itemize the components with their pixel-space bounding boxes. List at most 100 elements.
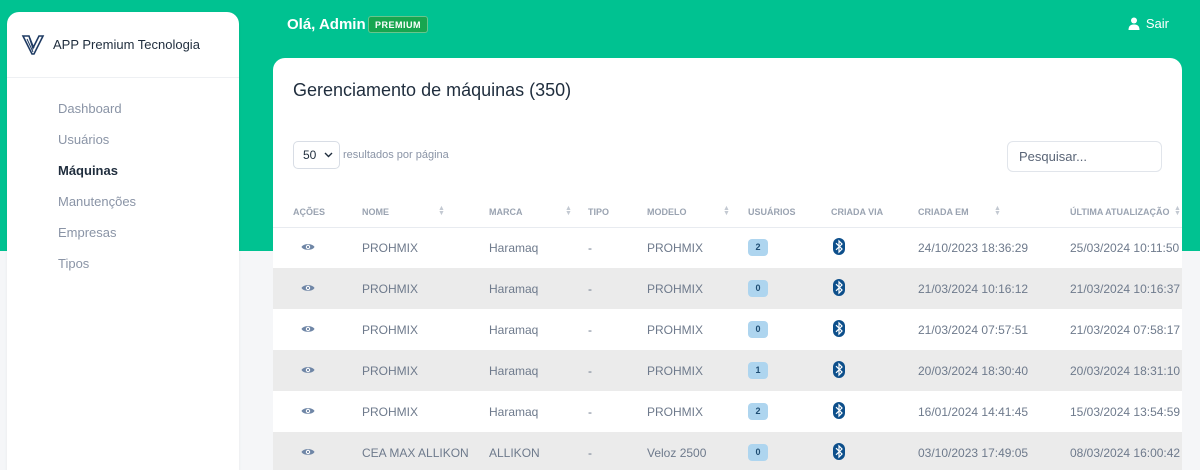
cell-marca: ALLIKON — [489, 432, 588, 470]
bluetooth-icon — [833, 360, 845, 381]
sidebar-item-manutencoes[interactable]: Manutenções — [7, 186, 239, 217]
chevron-down-icon — [324, 152, 333, 158]
cell-ultima: 21/03/2024 10:16:37 — [1070, 268, 1182, 309]
bluetooth-icon — [833, 442, 845, 463]
cell-usuarios: 0 — [748, 268, 831, 309]
page-size-value: 50 — [303, 148, 317, 162]
table-row: PROHMIX Haramaq - PROHMIX 2 24/10/2023 18:36:… — [273, 227, 1182, 268]
eye-icon[interactable] — [301, 323, 315, 337]
cell-criada_em: 03/10/2023 17:49:05 — [918, 432, 1070, 470]
cell-tipo: - — [588, 268, 647, 309]
table-row: PROHMIX Haramaq - PROHMIX 0 21/03/2024 10:16:… — [273, 268, 1182, 309]
page-title: Gerenciamento de máquinas (350) — [293, 80, 572, 100]
cell-ultima: 21/03/2024 07:58:17 — [1070, 322, 1181, 337]
cell-criada_via — [831, 268, 918, 309]
logout-button[interactable]: Sair — [1128, 16, 1169, 31]
cell-tipo: - — [588, 240, 592, 255]
cell-criada_em: 20/03/2024 18:30:40 — [918, 350, 1070, 391]
app-logo-icon — [21, 34, 45, 55]
sidebar-item-empresas[interactable]: Empresas — [7, 217, 239, 248]
cell-criada_via — [831, 309, 918, 350]
table-row: PROHMIX Haramaq - PROHMIX 0 21/03/2024 07:57:… — [273, 309, 1182, 350]
cell-ultima: 08/03/2024 16:00:42 — [1070, 432, 1182, 470]
search-input[interactable] — [1007, 141, 1162, 172]
cell-nome: PROHMIX — [362, 350, 489, 391]
cell-ultima: 15/03/2024 13:54:59 — [1070, 404, 1181, 419]
eye-icon[interactable] — [301, 446, 315, 460]
brand[interactable]: APP Premium Tecnologia — [7, 12, 239, 78]
column-header-usuarios: USUÁRIOS — [748, 198, 831, 228]
sidebar-item-usuarios[interactable]: Usuários — [7, 124, 239, 155]
users-count-badge: 0 — [748, 280, 768, 297]
column-header-tipo: TIPO — [588, 198, 647, 228]
cell-tipo: - — [588, 432, 647, 470]
column-header-label: MARCA — [489, 207, 523, 218]
sort-icon[interactable]: ▲ ▼ — [565, 205, 572, 217]
eye-icon[interactable] — [301, 282, 315, 296]
column-header-label: MODELO — [647, 207, 687, 218]
sort-icon[interactable]: ▲ ▼ — [723, 205, 730, 217]
sidebar-item-dashboard[interactable]: Dashboard — [7, 93, 239, 124]
users-count-badge: 0 — [748, 444, 768, 461]
cell-criada_via — [831, 391, 918, 432]
column-header-label: CRIADA EM — [918, 207, 969, 218]
eye-icon[interactable] — [301, 405, 315, 419]
column-header-acoes: AÇÕES — [273, 198, 362, 228]
cell-tipo: - — [588, 350, 647, 391]
sort-icon[interactable]: ▲ ▼ — [438, 205, 445, 217]
column-header-nome[interactable]: NOME ▲ ▼ — [362, 198, 489, 228]
cell-ultima: 25/03/2024 10:11:50 — [1070, 240, 1180, 255]
cell-criada_em: 16/01/2024 14:41:45 — [918, 404, 1029, 419]
machines-table: AÇÕES NOME ▲ ▼ MARCA ▲ ▼ TIPO MODELO ▲ ▼ USUÁRIOS CR… — [273, 198, 1182, 470]
table-row: PROHMIX Haramaq - PROHMIX 2 16/01/2024 14:41:… — [273, 391, 1182, 432]
cell-marca: Haramaq — [489, 240, 539, 255]
cell-tipo: - — [588, 404, 592, 419]
cell-nome: CEA MAX ALLIKON — [362, 432, 489, 470]
column-header-label: AÇÕES — [293, 207, 326, 218]
column-header-modelo[interactable]: MODELO ▲ ▼ — [647, 198, 748, 228]
bluetooth-icon — [833, 319, 845, 340]
column-header-criada_em[interactable]: CRIADA EM ▲ ▼ — [918, 198, 1070, 228]
cell-modelo: PROHMIX — [647, 350, 748, 391]
cell-acoes — [273, 391, 362, 432]
premium-badge: PREMIUM — [368, 16, 428, 33]
cell-usuarios: 0 — [748, 432, 831, 470]
cell-modelo: PROHMIX — [647, 240, 704, 255]
greeting: Olá, Admin — [287, 16, 366, 33]
cell-criada_em: 24/10/2023 18:36:29 — [918, 240, 1029, 255]
cell-acoes — [273, 432, 362, 470]
cell-criada_via — [831, 227, 918, 268]
table-row: CEA MAX ALLIKON ALLIKON - Veloz 2500 0 03/10/… — [273, 432, 1182, 470]
bluetooth-icon — [833, 401, 845, 422]
brand-name: APP Premium Tecnologia — [53, 37, 200, 52]
cell-modelo: Veloz 2500 — [647, 432, 748, 470]
cell-usuarios: 1 — [748, 350, 831, 391]
cell-tipo: - — [588, 322, 592, 337]
sidebar-item-tipos[interactable]: Tipos — [7, 248, 239, 279]
column-header-label: NOME — [362, 207, 389, 218]
sidebar: APP Premium Tecnologia Dashboard Usuários… — [7, 12, 239, 470]
column-header-marca[interactable]: MARCA ▲ ▼ — [489, 198, 588, 228]
cell-nome: PROHMIX — [362, 268, 489, 309]
cell-marca: Haramaq — [489, 404, 539, 419]
cell-acoes — [273, 268, 362, 309]
table-row: PROHMIX Haramaq - PROHMIX 1 20/03/2024 18:30:… — [273, 350, 1182, 391]
bluetooth-icon — [833, 237, 845, 258]
page-size-select[interactable]: 50 — [293, 141, 340, 169]
eye-icon[interactable] — [301, 364, 315, 378]
sort-icon[interactable]: ▲ ▼ — [1174, 205, 1181, 217]
column-header-criada_via: CRIADA VIA — [831, 198, 918, 228]
cell-usuarios: 2 — [748, 227, 831, 268]
cell-criada_via — [831, 350, 918, 391]
eye-icon[interactable] — [301, 241, 315, 255]
logout-label: Sair — [1145, 16, 1169, 31]
cell-nome: PROHMIX — [362, 322, 419, 337]
page-size-label: resultados por página — [343, 149, 449, 161]
cell-marca: Haramaq — [489, 268, 588, 309]
sort-icon[interactable]: ▲ ▼ — [994, 205, 1001, 217]
users-count-badge: 1 — [748, 362, 768, 379]
column-header-ultima[interactable]: ÚLTIMA ATUALIZAÇÃO ▲ ▼ — [1070, 198, 1182, 228]
cell-acoes — [273, 350, 362, 391]
cell-ultima: 20/03/2024 18:31:10 — [1070, 350, 1182, 391]
sidebar-item-maquinas[interactable]: Máquinas — [7, 155, 239, 186]
